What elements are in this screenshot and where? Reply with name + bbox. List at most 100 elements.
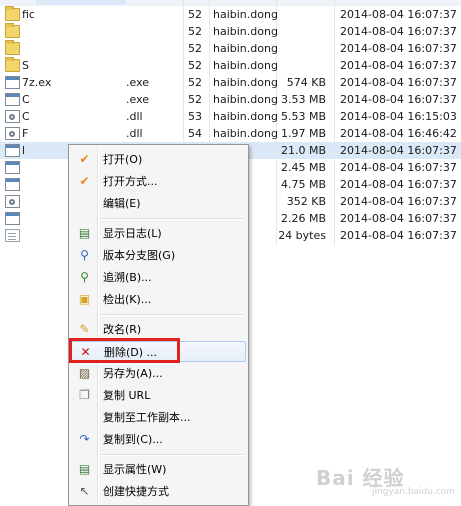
checkout-icon: ▣ — [78, 292, 91, 306]
file-name: fic — [22, 8, 35, 21]
file-revision: 53 — [188, 110, 202, 123]
file-date: 2014-08-04 16:07:37 — [340, 42, 457, 55]
menu-item-blame[interactable]: ⚲ 追溯(B)... — [71, 267, 246, 288]
file-revision: 52 — [188, 25, 202, 38]
header-selection — [36, 0, 126, 5]
menu-item-label: 检出(K)... — [103, 293, 152, 306]
file-date: 2014-08-04 16:07:37 — [340, 76, 457, 89]
highlight-box — [69, 338, 180, 363]
file-author: haibin.dong — [213, 42, 278, 55]
folder-icon — [5, 40, 20, 55]
file-row[interactable]: C .exe 52 haibin.dong 3.53 MB 2014-08-04 16:0… — [0, 91, 461, 108]
watermark-subtext: jingyan.baidu.com — [372, 487, 456, 497]
exe-file-icon — [5, 161, 20, 174]
file-ext: .exe — [126, 76, 150, 89]
folder-icon — [5, 6, 20, 21]
file-date: 2014-08-04 16:07:37 — [340, 212, 457, 225]
dll-file-icon — [5, 127, 20, 140]
file-row[interactable]: 52 haibin.dong 2014-08-04 16:07:37 — [0, 40, 461, 57]
menu-item-properties[interactable]: ▤ 显示属性(W) — [71, 459, 246, 480]
file-date: 2014-08-04 16:07:37 — [340, 93, 457, 106]
file-name: 7z.ex — [22, 76, 52, 89]
folder-icon — [5, 23, 20, 38]
file-revision: 52 — [188, 59, 202, 72]
file-row[interactable]: 52 haibin.dong 2014-08-04 16:07:37 — [0, 23, 461, 40]
file-name: l — [22, 144, 26, 157]
menu-item-show-log[interactable]: ▤ 显示日志(L) — [71, 223, 246, 244]
file-ext: .dll — [126, 110, 143, 123]
file-revision: 52 — [188, 8, 202, 21]
menu-item-label: 复制至工作副本... — [103, 411, 191, 424]
menu-separator — [101, 314, 244, 316]
save-as-icon: ▨ — [78, 366, 91, 380]
dll-file-icon — [5, 195, 20, 208]
file-author: haibin.dong — [213, 25, 278, 38]
file-name: C — [22, 110, 30, 123]
menu-item-copy-to[interactable]: ↷ 复制到(C)... — [71, 429, 246, 450]
file-date: 2014-08-04 16:15:03 — [340, 110, 457, 123]
menu-item-label: 显示日志(L) — [103, 227, 162, 240]
file-date: 2014-08-04 16:07:37 — [340, 8, 457, 21]
menu-item-label: 追溯(B)... — [103, 271, 152, 284]
file-row[interactable]: S 52 haibin.dong 2014-08-04 16:07:37 — [0, 57, 461, 74]
copy-url-icon: ❐ — [79, 388, 90, 402]
menu-item-save-as[interactable]: ▨ 另存为(A)... — [71, 363, 246, 384]
menu-item-revision-graph[interactable]: ⚲ 版本分支图(G) — [71, 245, 246, 266]
file-size: 3.53 MB — [280, 93, 326, 106]
file-row[interactable]: fic 52 haibin.dong 2014-08-04 16:07:37 — [0, 6, 461, 23]
exe-file-icon — [5, 212, 20, 225]
folder-icon — [5, 57, 20, 72]
file-size: 5.53 MB — [280, 110, 326, 123]
file-name: S — [22, 59, 29, 72]
menu-item-rename[interactable]: ✎ 改名(R) — [71, 319, 246, 340]
revision-graph-icon: ⚲ — [80, 248, 89, 262]
file-row[interactable]: 7z.ex .exe 52 haibin.dong 574 KB 2014-08-04 1… — [0, 74, 461, 91]
menu-item-shortcut[interactable]: ↖ 创建快捷方式 — [71, 481, 246, 502]
file-ext: .dll — [126, 127, 143, 140]
baidu-watermark: Bai 经验 jingyan.baidu.com — [316, 462, 456, 502]
show-log-icon: ▤ — [78, 226, 91, 240]
menu-item-item-2[interactable]: 编辑(E) — [71, 193, 246, 214]
file-size: 2.26 MB — [280, 212, 326, 225]
open-icon: ✔ — [79, 152, 90, 166]
shortcut-icon: ↖ — [79, 484, 90, 498]
menu-item-copy-url[interactable]: ❐ 复制 URL — [71, 385, 246, 406]
file-size: 2.45 MB — [280, 161, 326, 174]
menu-item-item-11[interactable]: 复制至工作副本... — [71, 407, 246, 428]
menu-separator — [101, 218, 244, 220]
menu-separator — [101, 454, 244, 456]
properties-icon: ▤ — [78, 462, 91, 476]
menu-item-label: 版本分支图(G) — [103, 249, 176, 262]
file-revision: 54 — [188, 127, 202, 140]
file-date: 2014-08-04 16:07:37 — [340, 195, 457, 208]
file-ext: .exe — [126, 93, 150, 106]
rename-icon: ✎ — [79, 322, 90, 336]
file-size: 352 KB — [286, 195, 326, 208]
file-author: haibin.dong — [213, 8, 278, 21]
menu-item-open-with[interactable]: ✔ 打开方式... — [71, 171, 246, 192]
file-revision: 52 — [188, 42, 202, 55]
open-with-icon: ✔ — [79, 174, 90, 188]
menu-item-label: 显示属性(W) — [103, 463, 167, 476]
menu-item-label: 创建快捷方式 — [103, 485, 169, 498]
file-name: C — [22, 93, 30, 106]
menu-item-label: 编辑(E) — [103, 197, 141, 210]
exe-file-icon — [5, 144, 20, 157]
dll-file-icon — [5, 110, 20, 123]
file-date: 2014-08-04 16:46:42 — [340, 127, 457, 140]
file-date: 2014-08-04 16:07:37 — [340, 229, 457, 242]
file-size: 574 KB — [286, 76, 326, 89]
file-size: 4.75 MB — [280, 178, 326, 191]
file-row[interactable]: F .dll 54 haibin.dong 1.97 MB 2014-08-04 16:4… — [0, 125, 461, 142]
menu-item-open[interactable]: ✔ 打开(O) — [71, 149, 246, 170]
blame-icon: ⚲ — [80, 270, 89, 284]
file-row[interactable]: C .dll 53 haibin.dong 5.53 MB 2014-08-04 16:1… — [0, 108, 461, 125]
file-date: 2014-08-04 16:07:37 — [340, 144, 457, 157]
copy-to-icon: ↷ — [79, 432, 90, 446]
menu-item-checkout[interactable]: ▣ 检出(K)... — [71, 289, 246, 310]
menu-item-label: 复制到(C)... — [103, 433, 163, 446]
exe-file-icon — [5, 93, 20, 106]
exe-file-icon — [5, 76, 20, 89]
menu-item-label: 打开方式... — [103, 175, 158, 188]
file-date: 2014-08-04 16:07:37 — [340, 161, 457, 174]
